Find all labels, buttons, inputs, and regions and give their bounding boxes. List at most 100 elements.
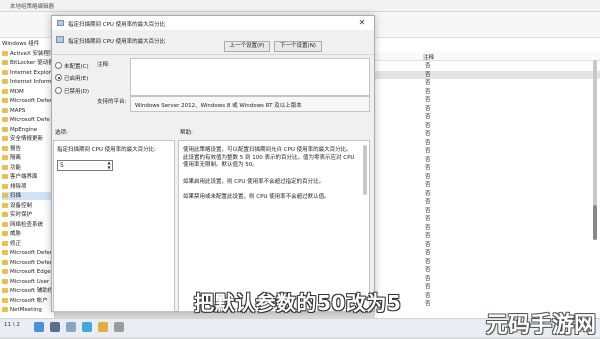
tree-item-label: 设备控制 bbox=[10, 202, 33, 209]
list-row[interactable]: 否 bbox=[375, 173, 600, 182]
tree-item[interactable]: Windows 组件 bbox=[2, 40, 39, 48]
list-row[interactable]: 否 bbox=[375, 70, 600, 79]
tree-item[interactable]: 功能 bbox=[2, 164, 21, 172]
help-scrollbar[interactable] bbox=[363, 145, 367, 195]
list-cell-comment: 否 bbox=[425, 80, 431, 86]
tree-item[interactable]: BitLocker 驱动器加 bbox=[2, 59, 54, 67]
tree-item-label: NetMeeting bbox=[10, 307, 42, 313]
list-row[interactable]: 否 bbox=[375, 164, 600, 173]
list-row[interactable]: 否 bbox=[375, 139, 600, 148]
tree-item[interactable]: 安全情报更新 bbox=[2, 135, 43, 143]
spin-arrows-icon[interactable]: ▲ ▼ bbox=[105, 160, 113, 170]
folder-icon bbox=[2, 136, 8, 141]
list-row[interactable]: 否 bbox=[375, 147, 600, 156]
close-icon[interactable]: ✕ bbox=[353, 18, 371, 28]
tree-item[interactable]: Microsoft Defend bbox=[2, 249, 54, 257]
radio-disabled[interactable] bbox=[55, 87, 62, 94]
list-cell-comment: 否 bbox=[425, 88, 431, 95]
list-cell-comment: 否 bbox=[425, 241, 431, 248]
next-setting-button[interactable]: 下一个设置(N) bbox=[274, 41, 322, 52]
folder-icon bbox=[2, 174, 8, 179]
search-icon[interactable] bbox=[50, 322, 60, 332]
tree-item[interactable]: MAPS bbox=[2, 107, 25, 115]
tree-item[interactable]: NetMeeting bbox=[2, 306, 42, 314]
tree-item[interactable]: Internet Explorer bbox=[2, 69, 55, 77]
tree-item[interactable]: 威胁 bbox=[2, 230, 21, 238]
list-row[interactable]: 否 bbox=[375, 62, 600, 71]
file-explorer-icon[interactable] bbox=[98, 322, 108, 332]
policy-tree-pane[interactable]: Windows 组件 ActiveX 安装程序服 BitLocker 驱动器加 Int… bbox=[0, 38, 55, 318]
app-icon[interactable] bbox=[114, 322, 124, 332]
radio-enabled[interactable] bbox=[55, 74, 62, 81]
tree-item[interactable]: 修正 bbox=[2, 240, 21, 248]
list-row[interactable]: 否 bbox=[375, 275, 600, 284]
list-cell-comment: 否 bbox=[425, 233, 431, 239]
radio-enabled-label[interactable]: 已启用(E) bbox=[64, 74, 88, 82]
list-row[interactable]: 否 bbox=[375, 207, 600, 216]
task-view-icon[interactable] bbox=[66, 322, 76, 332]
tree-item[interactable]: Microsoft 帐户 bbox=[2, 297, 48, 305]
list-scrollbar-thumb[interactable] bbox=[593, 205, 597, 240]
tree-item[interactable]: 扫描 bbox=[2, 192, 54, 200]
radio-disabled-label[interactable]: 已禁用(D) bbox=[64, 87, 89, 95]
tree-item[interactable]: Microsoft Defend bbox=[2, 259, 54, 267]
list-cell-comment: 否 bbox=[425, 97, 431, 103]
tree-item[interactable]: Microsoft 辅助修 bbox=[2, 287, 53, 295]
cpu-percent-spinbox[interactable]: 5 ▲ ▼ bbox=[57, 160, 113, 171]
folder-icon bbox=[2, 155, 8, 160]
list-row[interactable]: 否 bbox=[375, 224, 600, 233]
list-row[interactable]: 否 bbox=[375, 181, 600, 190]
edge-icon[interactable] bbox=[82, 322, 92, 332]
tree-item[interactable]: Microsoft Defende bbox=[2, 97, 54, 105]
list-cell-comment: 否 bbox=[425, 275, 431, 282]
list-row[interactable]: 否 bbox=[375, 105, 600, 114]
tree-item[interactable]: 隔离 bbox=[2, 154, 21, 162]
policy-settings-list[interactable]: 注释 否否否否否否否否否否否否否否否否否否否否否否否否否否否否否 bbox=[375, 38, 600, 318]
cpu-percent-value[interactable]: 5 bbox=[60, 162, 64, 169]
list-row[interactable]: 否 bbox=[375, 283, 600, 292]
tree-item[interactable]: 报告 bbox=[2, 145, 21, 153]
tree-item[interactable]: 实时保护 bbox=[2, 211, 32, 219]
list-row[interactable]: 否 bbox=[375, 156, 600, 165]
tree-item[interactable]: Microsoft Edge bbox=[2, 268, 51, 276]
tree-item[interactable]: Internet Informatio bbox=[2, 78, 54, 86]
tree-item[interactable]: 网络检查系统 bbox=[2, 221, 43, 229]
list-row[interactable]: 否 bbox=[375, 190, 600, 199]
list-row[interactable]: 否 bbox=[375, 88, 600, 97]
list-row[interactable]: 否 bbox=[375, 241, 600, 250]
tree-item-label: Microsoft 辅助修 bbox=[10, 288, 54, 294]
list-column-comment[interactable]: 注释 bbox=[423, 53, 434, 61]
tree-item[interactable]: 客户端界面 bbox=[2, 173, 38, 181]
list-row[interactable]: 否 bbox=[375, 266, 600, 275]
previous-setting-button[interactable]: 上一个设置(P) bbox=[224, 41, 270, 52]
list-row[interactable]: 否 bbox=[375, 79, 600, 88]
list-row[interactable]: 否 bbox=[375, 96, 600, 105]
policy-icon bbox=[57, 20, 64, 26]
tree-item[interactable]: MpEngine bbox=[2, 126, 37, 134]
radio-not-configured[interactable] bbox=[55, 62, 62, 69]
list-row[interactable]: 否 bbox=[375, 130, 600, 139]
list-row[interactable]: 否 bbox=[375, 292, 600, 301]
help-paragraph: 如果启用此设置，则 CPU 使用率不会超过指定的百分比。 bbox=[183, 179, 325, 185]
tree-item-label: MAPS bbox=[10, 107, 26, 114]
list-row[interactable]: 否 bbox=[375, 122, 600, 131]
list-row[interactable]: 否 bbox=[375, 232, 600, 241]
tree-item-label: Internet Explorer bbox=[10, 69, 55, 76]
list-row[interactable]: 否 bbox=[375, 249, 600, 258]
taskbar-clock: 11 \ 2 bbox=[4, 322, 20, 328]
tree-item[interactable]: Microsoft Defe bbox=[2, 116, 50, 124]
tree-item[interactable]: 设备控制 bbox=[2, 202, 32, 210]
comment-textarea[interactable] bbox=[130, 58, 370, 96]
tree-item[interactable]: ActiveX 安装程序服 bbox=[2, 50, 54, 58]
tree-item[interactable]: MDM bbox=[2, 88, 24, 96]
tree-item[interactable]: Microsoft User Ex bbox=[2, 278, 54, 286]
list-row[interactable]: 否 bbox=[375, 113, 600, 122]
tree-item[interactable]: 排除项 bbox=[2, 183, 27, 191]
radio-not-configured-label[interactable]: 未配置(C) bbox=[64, 62, 89, 70]
list-row[interactable]: 否 bbox=[375, 198, 600, 207]
list-row[interactable]: 否 bbox=[375, 215, 600, 224]
start-icon[interactable] bbox=[34, 322, 44, 332]
help-label: 帮助: bbox=[180, 130, 193, 136]
list-cell-comment: 否 bbox=[425, 182, 431, 188]
list-row[interactable]: 否 bbox=[375, 258, 600, 267]
